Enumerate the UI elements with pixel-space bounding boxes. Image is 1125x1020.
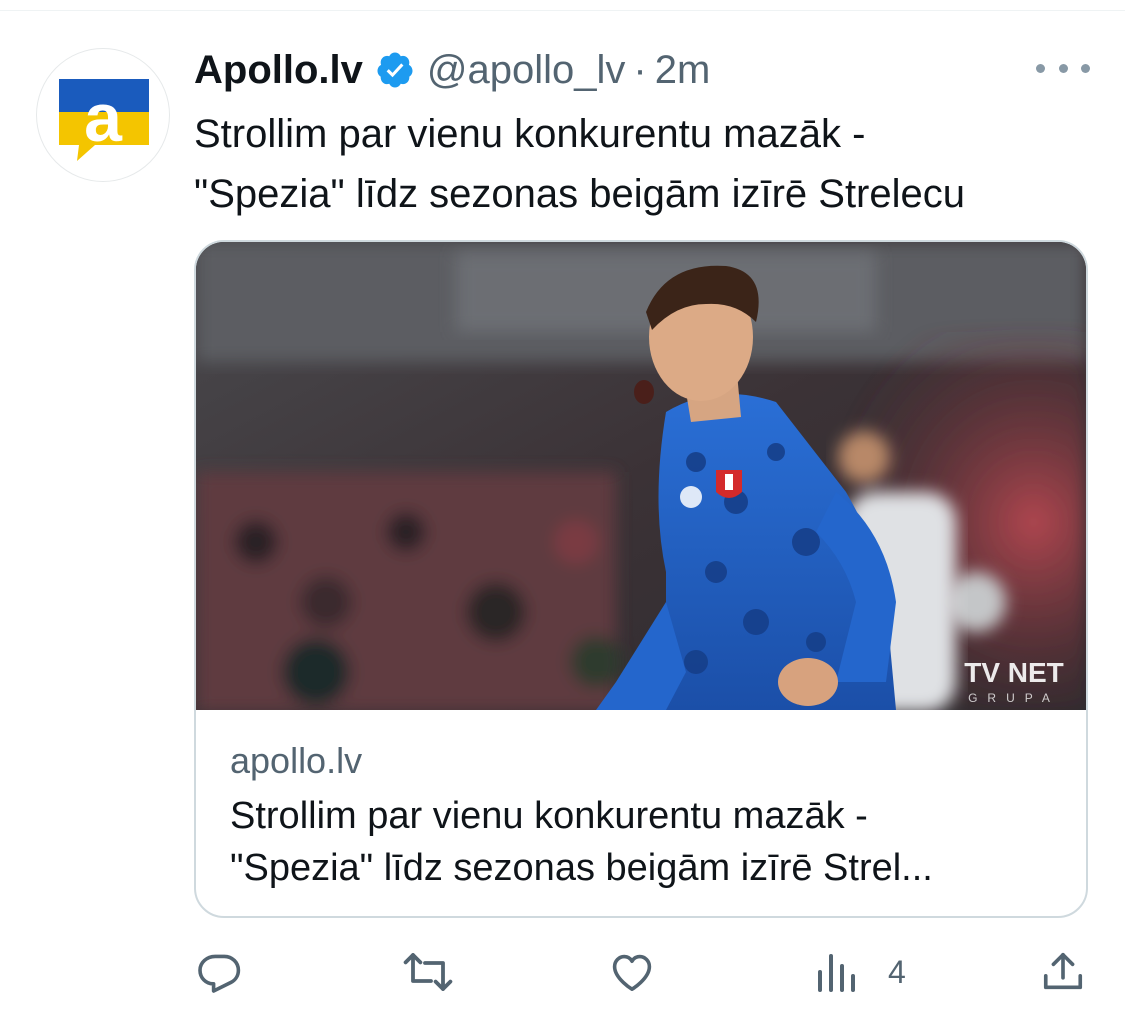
more-dot-icon (1058, 63, 1068, 73)
watermark-top: TV NET (964, 657, 1064, 688)
card-image[interactable]: TV NET GRUPA (196, 242, 1086, 710)
card-title-line: "Spezia" līdz sezonas beigām izīrē Strel… (230, 847, 933, 889)
watermark-bottom: GRUPA (968, 691, 1060, 705)
reply-button[interactable] (196, 940, 244, 1004)
retweet-icon (403, 953, 453, 991)
separator-dot: · (633, 47, 647, 92)
soccer-player-photo: TV NET GRUPA (196, 242, 1086, 710)
heart-icon (612, 954, 652, 991)
more-dot-icon (1081, 63, 1090, 73)
verified-badge-icon (375, 50, 415, 90)
card-title-line: Strollim par vienu konkurentu mazāk - (230, 795, 868, 837)
avatar[interactable]: a (36, 48, 170, 182)
retweet-button[interactable] (402, 940, 454, 1004)
tweet-text-line: "Spezia" līdz sezonas beigām izīrē Strel… (194, 172, 965, 216)
more-options-button[interactable] (1036, 56, 1090, 80)
display-name[interactable]: Apollo.lv (194, 48, 363, 93)
views-count: 4 (888, 953, 906, 990)
more-dot-icon (1036, 63, 1045, 73)
apollo-logo-icon: a (59, 79, 149, 161)
tweet-header: Apollo.lv @apollo_lv · 2m (194, 42, 710, 98)
tweet[interactable]: a Apollo.lv @apollo_lv · 2m Strollim par… (0, 0, 1125, 1020)
like-button[interactable] (608, 940, 656, 1004)
card-title: Strollim par vienu konkurentu mazāk - "S… (230, 790, 1070, 894)
views-icon (818, 954, 855, 992)
timestamp[interactable]: 2m (655, 48, 711, 93)
action-bar: 4 (0, 940, 1125, 1004)
card-domain: apollo.lv (230, 740, 363, 781)
reply-icon (198, 954, 241, 993)
share-button[interactable] (1040, 940, 1086, 1004)
handle[interactable]: @apollo_lv (427, 48, 626, 93)
views-button[interactable]: 4 (816, 940, 906, 1004)
link-card[interactable]: TV NET GRUPA apollo.lv Strollim par vien… (194, 240, 1088, 918)
tweet-text-line: Strollim par vienu konkurentu mazāk - (194, 112, 866, 156)
share-icon (1043, 952, 1083, 990)
tweet-text: Strollim par vienu konkurentu mazāk - "S… (194, 104, 1094, 224)
avatar-letter: a (84, 80, 123, 156)
